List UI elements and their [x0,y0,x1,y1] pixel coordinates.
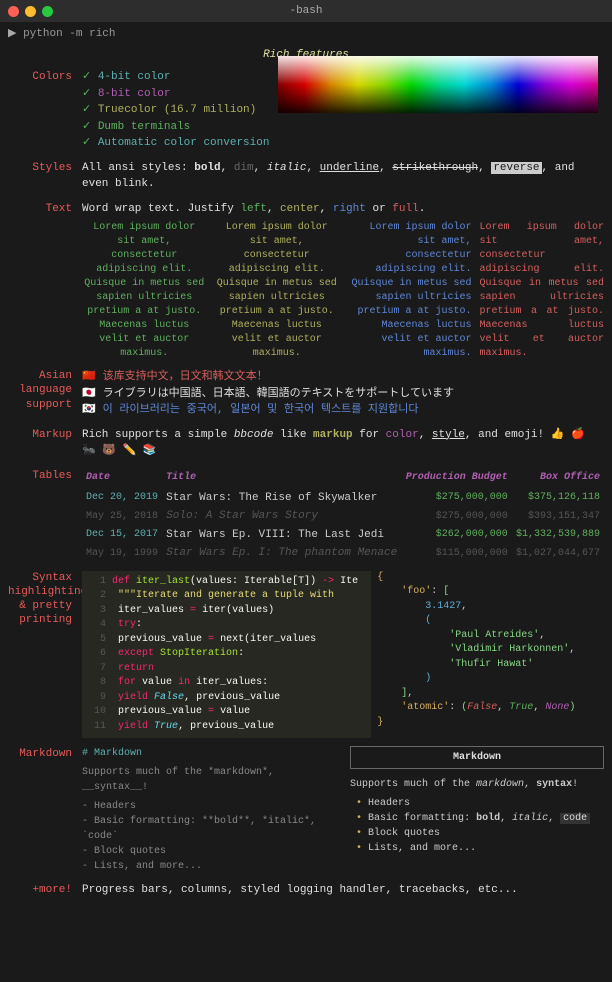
command-text: python -m rich [23,28,115,40]
markup-row: Markup Rich supports a simple bbcode lik… [8,427,604,460]
table-row: Dec 15, 2017Star Wars Ep. VIII: The Last… [82,526,604,545]
th-title: Title [162,468,401,489]
syntax-content: 1def iter_last(values: Iterable[T]) -> I… [82,571,604,739]
markup-content: Rich supports a simple bbcode like marku… [82,427,604,460]
tables-content: Date Title Production Budget Box Office … [82,468,604,563]
markdown-row: Markdown # Markdown Supports much of the… [8,746,604,874]
table-row: May 25, 2018Solo: A Star Wars Story$275,… [82,507,604,526]
styles-row: Styles All ansi styles: bold, dim, itali… [8,160,604,193]
styles-content: All ansi styles: bold, dim, italic, unde… [82,160,604,193]
prompt-line: ▶ python -m rich [8,26,604,43]
flag-cn: 🇨🇳 [82,369,96,386]
label-asian: Asian language support [8,369,82,419]
pretty-block: { 'foo': [ 3.1427, ( 'Paul Atreides', 'V… [377,571,604,739]
markdown-content: # Markdown Supports much of the *markdow… [82,746,604,874]
more-content: Progress bars, columns, styled logging h… [82,882,604,899]
lorem-row: Lorem ipsum dolor sit amet, consectetur … [8,221,604,361]
table-row: May 19, 1999Star Wars Ep. I: The phantom… [82,544,604,563]
asian-row: Asian language support 🇨🇳 该库支持中文，日文和韩文文本… [8,369,604,419]
table-row: Dec 20, 2019Star Wars: The Rise of Skywa… [82,489,604,508]
text-row: Text Word wrap text. Justify left, cente… [8,201,604,218]
lorem-left: Lorem ipsum dolor sit amet, consectetur … [82,221,207,361]
th-budget: Production Budget [402,468,512,489]
asian-content: 🇨🇳 该库支持中文，日文和韩文文本！ 🇯🇵 ライブラリは中国語、日本語、韓国語の… [82,369,604,419]
terminal-body: ▶ python -m rich Rich features Colors ✓ … [0,22,612,910]
label-markdown: Markdown [8,746,82,874]
flag-kr: 🇰🇷 [82,402,96,419]
label-markup: Markup [8,427,82,460]
titlebar: -bash [0,0,612,22]
th-box: Box Office [512,468,604,489]
lorem-center: Lorem ipsum dolor sit amet, consectetur … [215,221,340,361]
lorem-full: Lorem ipsum dolor sit amet, consectetur … [480,221,605,361]
markdown-heading-box: Markdown [350,746,604,769]
th-date: Date [82,468,162,489]
color-gradient [278,56,598,113]
label-text: Text [8,201,82,218]
window-title: -bash [0,3,612,20]
code-block: 1def iter_last(values: Iterable[T]) -> I… [82,571,371,739]
lorem-columns: Lorem ipsum dolor sit amet, consectetur … [82,221,604,361]
text-content: Word wrap text. Justify left, center, ri… [82,201,604,218]
label-styles: Styles [8,160,82,193]
label-syntax: Syntax highlighting & pretty printing [8,571,82,739]
more-row: +more! Progress bars, columns, styled lo… [8,882,604,899]
label-colors: Colors [8,69,82,152]
tables-row: Tables Date Title Production Budget Box … [8,468,604,563]
label-tables: Tables [8,468,82,563]
label-more: +more! [8,882,82,899]
syntax-row: Syntax highlighting & pretty printing 1d… [8,571,604,739]
markdown-source: # Markdown Supports much of the *markdow… [82,746,336,874]
markdown-rendered: Markdown Supports much of the markdown, … [350,746,604,874]
movies-table: Date Title Production Budget Box Office … [82,468,604,563]
flag-jp: 🇯🇵 [82,386,96,403]
lorem-right: Lorem ipsum dolor sit amet, consectetur … [347,221,472,361]
prompt-symbol: ▶ [8,28,16,40]
